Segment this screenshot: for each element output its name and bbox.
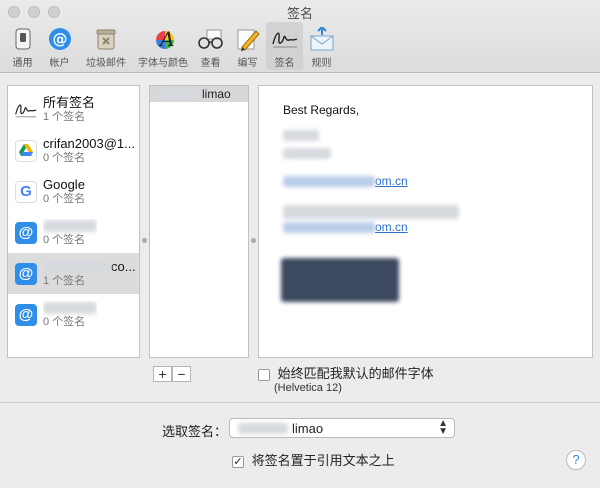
account-item-redacted-1[interactable]: @ 0 个签名 xyxy=(8,212,139,253)
match-font-option: 始终匹配我默认的邮件字体 xyxy=(258,363,434,382)
account-name: crifan2003@1... xyxy=(43,136,135,151)
toolbar-viewing-label: 查看 xyxy=(200,58,221,69)
choose-signature-label: 选取签名： xyxy=(162,424,228,439)
accounts-list[interactable]: 所有签名 1 个签名 crifan2003@1... 0 个签名 G Googl… xyxy=(7,85,140,358)
add-signature-button[interactable]: + xyxy=(153,366,172,382)
toolbar-junk-mail[interactable]: 垃圾邮件 xyxy=(78,22,134,70)
svg-text:A: A xyxy=(158,27,174,51)
at-sign-icon: @ xyxy=(46,26,74,52)
account-item-selected[interactable]: @ co... 1 个签名 xyxy=(8,253,139,294)
signature-icon xyxy=(14,98,38,122)
signature-logo-image xyxy=(281,258,399,302)
signature-count: 0 个签名 xyxy=(43,233,86,246)
place-above-checkbox[interactable]: ✓ xyxy=(232,455,244,468)
redacted-line xyxy=(283,204,459,219)
signature-count: 1 个签名 xyxy=(43,110,86,123)
splitter-handle[interactable] xyxy=(142,238,147,243)
signature-count: 0 个签名 xyxy=(43,315,86,328)
place-above-label: 将签名置于引用文本之上 xyxy=(251,453,395,468)
font-color-icon: A xyxy=(149,26,177,52)
signature-count: 0 个签名 xyxy=(43,192,86,205)
signature-preview[interactable]: Best Regards, om.cn om.cn xyxy=(258,85,593,358)
general-switch-icon xyxy=(9,26,37,52)
account-name: Google xyxy=(43,177,85,192)
glasses-icon xyxy=(197,26,225,52)
redacted-line xyxy=(283,146,331,160)
separator xyxy=(0,402,600,403)
toolbar-accounts-label: 帐户 xyxy=(49,58,70,69)
toolbar-junk-mail-label: 垃圾邮件 xyxy=(86,58,126,69)
toolbar-general[interactable]: 通用 xyxy=(4,22,41,70)
choose-signature-value: limao xyxy=(292,420,324,436)
google-drive-icon xyxy=(15,139,37,162)
account-item-crifan[interactable]: crifan2003@1... 0 个签名 xyxy=(8,130,139,171)
compose-pencil-icon xyxy=(234,26,262,52)
toolbar-signatures[interactable]: 签名 xyxy=(266,22,303,70)
toolbar-fonts-colors-label: 字体与颜色 xyxy=(138,58,188,69)
toolbar-rules[interactable]: 规则 xyxy=(303,22,340,70)
account-item-redacted-2[interactable]: @ 0 个签名 xyxy=(8,294,139,335)
help-button[interactable]: ? xyxy=(566,450,586,470)
at-sign-icon: @ xyxy=(15,221,37,244)
signature-list[interactable]: limao xyxy=(149,85,249,358)
chevron-updown-icon: ▲ ▼ xyxy=(438,418,448,437)
toolbar-general-label: 通用 xyxy=(12,58,33,69)
toolbar-signatures-label: 签名 xyxy=(274,58,295,69)
signature-name: limao xyxy=(202,87,231,101)
signature-icon xyxy=(271,26,299,52)
signature-count: 1 个签名 xyxy=(43,274,86,287)
rules-envelope-icon xyxy=(308,26,336,52)
at-sign-icon: @ xyxy=(15,262,37,285)
toolbar-viewing[interactable]: 查看 xyxy=(192,22,229,70)
choose-signature-select[interactable]: limao ▲ ▼ xyxy=(229,418,455,438)
toolbar-accounts[interactable]: @ 帐户 xyxy=(41,22,78,70)
splitter-handle[interactable] xyxy=(251,238,256,243)
match-font-checkbox[interactable] xyxy=(258,368,270,381)
account-name-redacted xyxy=(43,219,97,233)
signature-item[interactable]: limao xyxy=(150,86,248,102)
font-hint: (Helvetica 12) xyxy=(274,382,342,394)
account-name: co... xyxy=(43,260,136,274)
preferences-toolbar: 通用 @ 帐户 垃圾邮件 A 字体与颜色 查看 编写 签名 规则 xyxy=(4,22,340,70)
signature-greeting: Best Regards, xyxy=(283,103,360,117)
match-font-label: 始终匹配我默认的邮件字体 xyxy=(277,366,434,381)
title-bar: 签名 通用 @ 帐户 垃圾邮件 A 字体与颜色 查看 编写 签名 规则 xyxy=(0,0,600,73)
toolbar-composing-label: 编写 xyxy=(237,58,258,69)
account-item-google[interactable]: G Google 0 个签名 xyxy=(8,171,139,212)
preferences-window: 签名 通用 @ 帐户 垃圾邮件 A 字体与颜色 查看 编写 签名 规则 所有签名… xyxy=(0,0,600,488)
trash-bin-icon xyxy=(92,26,120,52)
place-above-option: ✓ 将签名置于引用文本之上 xyxy=(232,450,395,469)
toolbar-rules-label: 规则 xyxy=(311,58,332,69)
account-name: 所有签名 xyxy=(43,95,96,110)
toolbar-fonts-colors[interactable]: A 字体与颜色 xyxy=(134,22,192,70)
toolbar-composing[interactable]: 编写 xyxy=(229,22,266,70)
signature-link-2[interactable]: om.cn xyxy=(283,220,408,234)
account-name-redacted xyxy=(43,301,97,315)
signature-count: 0 个签名 xyxy=(43,151,86,164)
window-title: 签名 xyxy=(286,6,313,21)
svg-text:@: @ xyxy=(52,30,67,48)
remove-signature-button[interactable]: − xyxy=(172,366,191,382)
signature-link-1[interactable]: om.cn xyxy=(283,174,408,188)
redacted-line xyxy=(283,128,319,142)
signature-add-remove: + − xyxy=(153,366,191,382)
at-sign-icon: @ xyxy=(15,303,37,326)
account-item-all-signatures[interactable]: 所有签名 1 个签名 xyxy=(8,89,139,130)
google-icon: G xyxy=(15,180,37,203)
